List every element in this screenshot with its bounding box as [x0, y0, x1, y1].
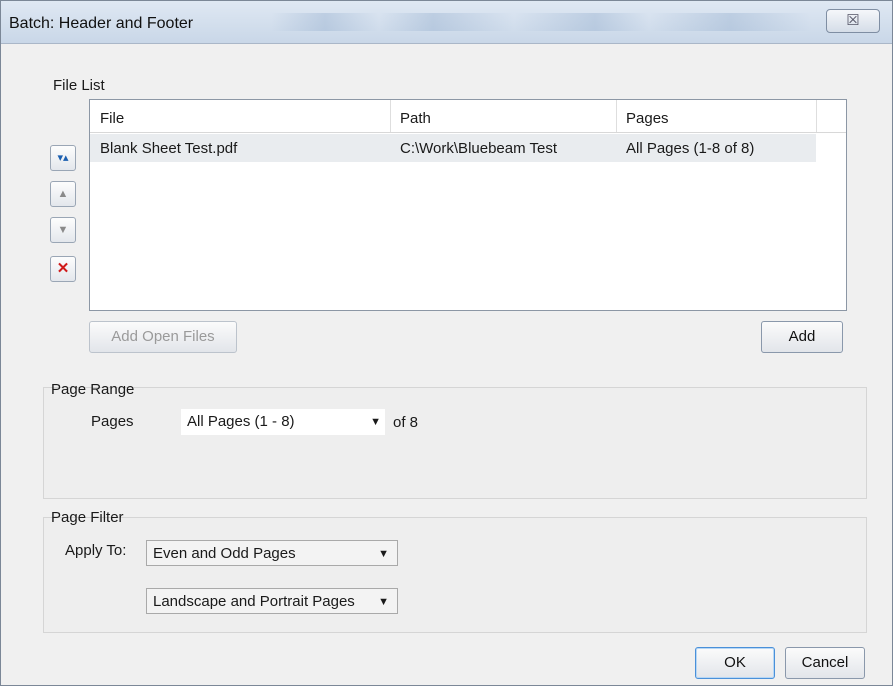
page-filter-label: Page Filter — [51, 509, 124, 526]
remove-file-button[interactable]: ✕ — [50, 256, 76, 282]
page-count-text: of 8 — [393, 414, 419, 431]
file-list-table[interactable]: File Path Pages Blank Sheet Test.pdf C:\… — [89, 99, 847, 311]
column-header-pages[interactable]: Pages — [626, 100, 669, 132]
cancel-button[interactable]: Cancel — [785, 647, 865, 679]
chevron-down-icon: ▼ — [378, 548, 389, 560]
page-filter-panel — [43, 517, 867, 633]
page-range-label: Page Range — [51, 381, 135, 398]
page-parity-select[interactable]: Even and Odd Pages ▼ — [146, 540, 398, 566]
row-pages-cell[interactable]: All Pages (1-8 of 8) — [626, 140, 754, 157]
add-button[interactable]: Add — [761, 321, 843, 353]
pages-label: Pages — [91, 413, 134, 430]
dialog-window: Batch: Header and Footer ☒ File List ▾▴ … — [0, 0, 893, 686]
page-orientation-select[interactable]: Landscape and Portrait Pages ▼ — [146, 588, 398, 614]
column-separator[interactable] — [616, 100, 617, 132]
page-parity-value: Even and Odd Pages — [153, 545, 296, 562]
move-down-button[interactable]: ▼ — [50, 217, 76, 243]
add-open-files-button[interactable]: Add Open Files — [89, 321, 237, 353]
file-list-label: File List — [53, 77, 105, 94]
window-title: Batch: Header and Footer — [9, 15, 194, 32]
close-button[interactable]: ☒ — [826, 9, 880, 33]
row-path-cell[interactable]: C:\Work\Bluebeam Test — [400, 140, 557, 157]
move-up-button[interactable]: ▲ — [50, 181, 76, 207]
pages-select-value: All Pages (1 - 8) — [187, 413, 295, 430]
ok-button[interactable]: OK — [695, 647, 775, 679]
page-range-panel — [43, 387, 867, 499]
header-divider — [90, 132, 846, 133]
column-header-path[interactable]: Path — [400, 100, 431, 132]
move-to-top-button[interactable]: ▾▴ — [50, 145, 76, 171]
chevron-down-icon: ▼ — [370, 416, 381, 428]
row-file-cell[interactable]: Blank Sheet Test.pdf — [100, 140, 237, 157]
apply-to-label: Apply To: — [65, 542, 127, 559]
page-orientation-value: Landscape and Portrait Pages — [153, 593, 355, 610]
column-header-file[interactable]: File — [100, 100, 124, 132]
title-bar-background — [271, 13, 811, 31]
chevron-down-icon: ▼ — [378, 596, 389, 608]
pages-select[interactable]: All Pages (1 - 8) ▼ — [181, 409, 385, 435]
title-bar[interactable]: Batch: Header and Footer ☒ — [1, 1, 892, 44]
column-separator[interactable] — [816, 100, 817, 132]
column-separator[interactable] — [390, 100, 391, 132]
